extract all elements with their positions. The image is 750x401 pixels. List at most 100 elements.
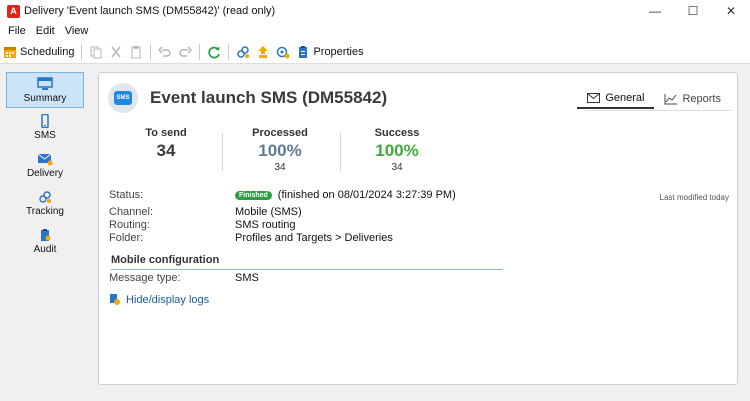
tab-reports[interactable]: Reports <box>654 89 731 109</box>
last-modified-text: Last modified today <box>659 193 729 202</box>
tab-underline-divider <box>585 110 731 111</box>
copy-icon <box>89 45 103 59</box>
status-text: (finished on 08/01/2024 3:27:39 PM) <box>277 189 456 201</box>
toolbar-divider <box>228 43 230 60</box>
redo-button[interactable] <box>175 42 195 62</box>
properties-button[interactable]: Properties <box>293 42 366 62</box>
settings-icon <box>276 45 290 59</box>
sidebar-item-label: Delivery <box>26 167 64 179</box>
refresh-button[interactable] <box>204 42 224 62</box>
undo-icon <box>158 45 172 59</box>
link-icon <box>37 190 53 204</box>
toolbar-divider <box>150 43 152 60</box>
copy-button[interactable] <box>86 42 106 62</box>
undo-button[interactable] <box>155 42 175 62</box>
phone-icon <box>37 113 53 128</box>
refresh-icon <box>207 45 221 59</box>
kpi-to-send: To send 34 <box>111 127 221 161</box>
envelope-icon <box>587 93 601 103</box>
sms-badge-text: SMS <box>114 91 132 105</box>
properties-label: Properties <box>313 45 364 58</box>
paste-button[interactable] <box>126 42 146 62</box>
calendar-icon <box>3 45 17 59</box>
kpi-label: To send <box>145 127 187 139</box>
kpi-value: 100% <box>375 141 419 160</box>
chart-icon <box>664 93 678 105</box>
routing-value: SMS routing <box>235 219 296 231</box>
sidebar-item-sms[interactable]: SMS <box>6 108 84 146</box>
sidebar-item-label: SMS <box>34 129 56 141</box>
message-type-value: SMS <box>235 272 259 284</box>
kpi-count: 34 <box>274 162 286 173</box>
scheduling-label: Scheduling <box>20 45 75 58</box>
sidebar-item-label: Tracking <box>26 205 64 217</box>
status-label: Status: <box>109 189 144 201</box>
delivery-header: SMS Event launch SMS (DM55842) <box>108 83 387 113</box>
message-type-label: Message type: <box>109 272 181 284</box>
link-button[interactable] <box>233 42 253 62</box>
mobile-config-heading: Mobile configuration <box>111 254 220 266</box>
close-button[interactable]: ✕ <box>712 0 750 22</box>
channel-label: Channel: <box>109 206 154 218</box>
app-logo-icon: A <box>7 4 20 18</box>
kpi-label: Processed <box>252 127 308 139</box>
sms-channel-icon: SMS <box>108 83 138 113</box>
tab-label: Reports <box>682 93 721 105</box>
scheduling-button[interactable]: Scheduling <box>0 42 77 62</box>
redo-icon <box>178 45 193 59</box>
logs-icon <box>109 293 121 306</box>
toolbar-divider <box>81 43 83 60</box>
menu-view[interactable]: View <box>60 25 94 37</box>
maximize-button[interactable]: ☐ <box>674 0 712 22</box>
tab-label: General <box>605 92 645 104</box>
sidebar-item-audit[interactable]: Audit <box>6 222 84 260</box>
cut-button[interactable] <box>106 42 126 62</box>
minimize-button[interactable]: — <box>636 0 674 22</box>
sidebar-item-summary[interactable]: Summary <box>6 72 84 108</box>
kpi-value: 34 <box>156 141 176 160</box>
kpi-success: Success 100% 34 <box>342 127 452 173</box>
hide-display-logs-link[interactable]: Hide/display logs <box>109 293 209 306</box>
routing-label: Routing: <box>109 219 150 231</box>
window-controls: — ☐ ✕ <box>636 0 750 22</box>
sidebar-item-tracking[interactable]: Tracking <box>6 184 84 222</box>
settings-button[interactable] <box>273 42 293 62</box>
channel-value: Mobile (SMS) <box>235 206 302 218</box>
sidebar-item-label: Summary <box>23 92 67 104</box>
tab-general[interactable]: General <box>577 89 655 109</box>
folder-value: Profiles and Targets > Deliveries <box>235 232 393 244</box>
status-badge: Finished <box>235 190 272 200</box>
logs-link-label: Hide/display logs <box>126 293 210 306</box>
toolbar: Scheduling Properties <box>0 40 750 64</box>
sidebar-item-delivery[interactable]: Delivery <box>6 146 84 184</box>
paste-icon <box>129 45 143 59</box>
kpi-divider <box>222 133 223 171</box>
kpi-count: 34 <box>391 162 403 173</box>
title-bar: A Delivery 'Event launch SMS (DM55842)' … <box>0 0 750 22</box>
status-value: Finished (finished on 08/01/2024 3:27:39… <box>235 189 456 201</box>
cut-icon <box>109 45 123 59</box>
envelope-icon <box>37 152 53 166</box>
audit-icon <box>37 228 53 242</box>
upload-button[interactable] <box>253 42 273 62</box>
summary-panel: SMS Event launch SMS (DM55842) General R… <box>98 72 738 385</box>
sidebar-item-label: Audit <box>33 243 57 255</box>
monitor-icon <box>37 76 53 91</box>
upload-icon <box>256 45 270 59</box>
view-tabs: General Reports <box>577 89 731 109</box>
kpi-section: To send 34 Processed 100% 34 Success 100… <box>111 127 461 177</box>
properties-icon <box>296 45 310 59</box>
kpi-processed: Processed 100% 34 <box>225 127 335 173</box>
menu-bar: File Edit View <box>0 22 750 40</box>
toolbar-divider <box>199 43 201 60</box>
menu-edit[interactable]: Edit <box>31 25 60 37</box>
kpi-value: 100% <box>258 141 302 160</box>
link-icon <box>236 45 250 59</box>
folder-label: Folder: <box>109 232 144 244</box>
menu-file[interactable]: File <box>3 25 31 37</box>
section-divider <box>111 269 503 270</box>
window-title: Delivery 'Event launch SMS (DM55842)' (r… <box>24 5 276 17</box>
sidebar: Summary SMS Delivery Tracking Audit <box>6 72 86 260</box>
kpi-divider <box>340 133 341 171</box>
page-title: Event launch SMS (DM55842) <box>150 88 388 107</box>
